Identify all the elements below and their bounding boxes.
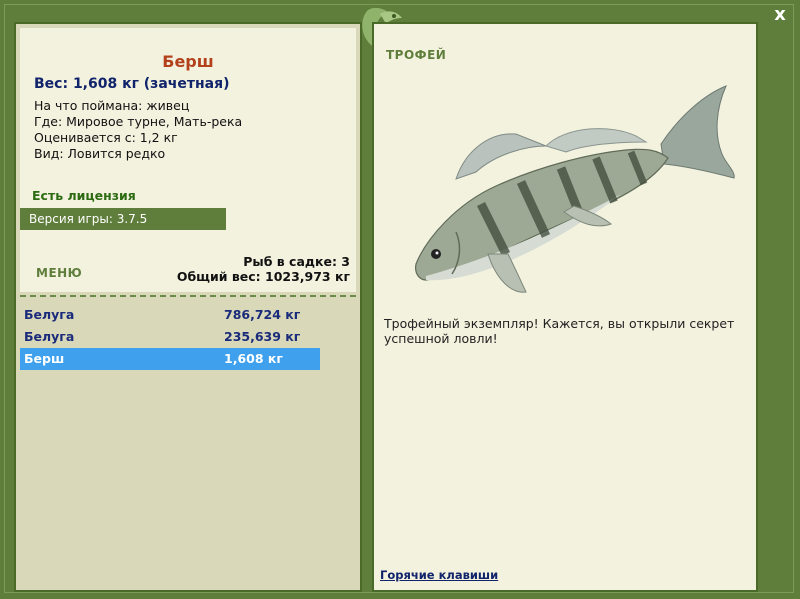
catch-row[interactable]: Белуга 235,639 кг xyxy=(20,326,320,348)
trophy-description: Трофейный экземпляр! Кажется, вы открыли… xyxy=(384,316,735,346)
keepnet-count: Рыб в садке: 3 xyxy=(243,254,350,269)
license-status: Есть лицензия xyxy=(32,188,136,203)
version-bar: Версия игры: 3.7.5 xyxy=(20,208,226,230)
trophy-panel: ТРОФЕЙ Трофейный экземпляр! Кажется, вы … xyxy=(372,22,758,592)
fish-name: Берш xyxy=(162,52,214,71)
min-value: Оценивается с: 1,2 кг xyxy=(34,130,178,145)
fish-image xyxy=(415,85,735,293)
species-rarity: Вид: Ловится редко xyxy=(34,146,166,161)
catch-name: Берш xyxy=(24,351,65,366)
catch-row[interactable]: Белуга 786,724 кг xyxy=(20,304,320,326)
caught-on: На что поймана: живец xyxy=(34,98,190,113)
catch-weight: 1,608 кг xyxy=(224,351,283,366)
close-button[interactable]: x xyxy=(770,4,790,26)
menu-button[interactable]: МЕНЮ xyxy=(36,266,82,280)
hotkeys-link[interactable]: Горячие клавиши xyxy=(380,568,498,582)
fish-weight: Вес: 1,608 кг (зачетная) xyxy=(34,76,230,92)
keepnet-summary: Рыб в садке: 3 Общий вес: 1023,973 кг xyxy=(177,254,350,284)
fish-details-card: Берш Вес: 1,608 кг (зачетная) На что пой… xyxy=(20,28,356,292)
catch-name: Белуга xyxy=(24,307,75,322)
catch-weight: 235,639 кг xyxy=(224,329,301,344)
divider xyxy=(20,295,356,297)
catch-list: Белуга 786,724 кг Белуга 235,639 кг Берш… xyxy=(20,304,320,370)
fish-info-panel: Берш Вес: 1,608 кг (зачетная) На что пой… xyxy=(14,22,362,592)
catch-name: Белуга xyxy=(24,329,75,344)
keepnet-total-weight: Общий вес: 1023,973 кг xyxy=(176,269,350,284)
catch-weight: 786,724 кг xyxy=(224,307,301,322)
app-window: x Берш Вес: 1,608 кг (зачетная) На что п… xyxy=(0,0,800,599)
fish-details: На что поймана: живец Где: Мировое турне… xyxy=(34,98,242,162)
catch-row-selected[interactable]: Берш 1,608 кг xyxy=(20,348,320,370)
location: Где: Мировое турне, Мать-река xyxy=(34,114,243,129)
